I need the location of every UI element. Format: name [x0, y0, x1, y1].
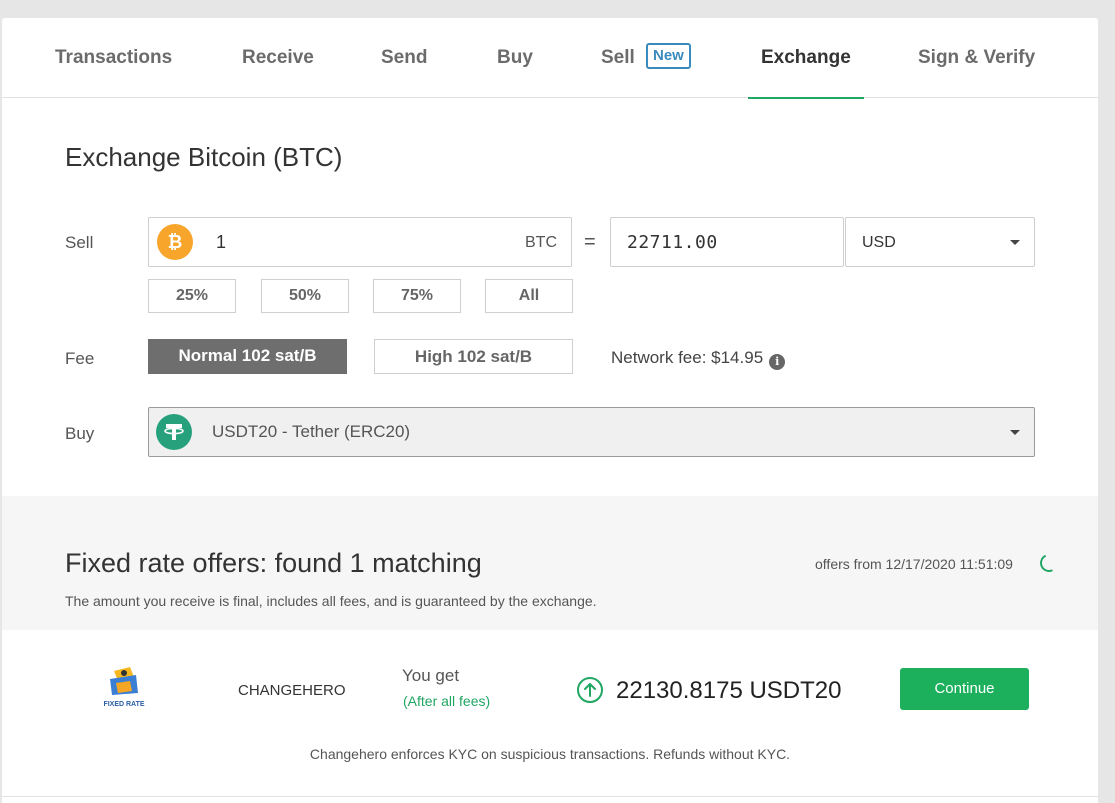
tab-receive[interactable]: Receive [242, 18, 314, 98]
chevron-down-icon [1010, 240, 1020, 245]
sell-currency-label: BTC [525, 234, 557, 251]
arrow-up-circle-icon [576, 676, 604, 704]
provider-name: CHANGEHERO [238, 682, 346, 699]
page-title: Exchange Bitcoin (BTC) [65, 142, 343, 172]
bitcoin-icon: ₿ [157, 224, 193, 260]
fee-high-button[interactable]: High 102 sat/B [374, 339, 573, 374]
continue-button[interactable]: Continue [900, 668, 1029, 710]
tab-sell[interactable]: Sell [601, 18, 635, 98]
tab-exchange[interactable]: Exchange [748, 18, 864, 99]
fee-normal-button[interactable]: Normal 102 sat/B [148, 339, 347, 374]
after-fees-label: (After all fees) [403, 693, 491, 709]
fee-label: Fee [65, 349, 95, 368]
new-badge: New [646, 43, 691, 69]
tether-icon [156, 414, 192, 450]
wallet-panel: Transactions Receive Send Buy Sell New E… [2, 18, 1098, 803]
offers-subtitle: The amount you receive is final, include… [65, 593, 597, 609]
percent-25-button[interactable]: 25% [148, 279, 236, 313]
fiat-amount-value: 22711.00 [627, 232, 718, 253]
offers-timestamp: offers from 12/17/2020 11:51:09 [815, 556, 1013, 572]
kyc-note: Changehero enforces KYC on suspicious tr… [309, 746, 791, 762]
svg-text:₿: ₿ [168, 232, 183, 253]
network-fee-text: Network fee: $14.95 [611, 348, 764, 367]
buy-asset-value: USDT20 - Tether (ERC20) [212, 422, 411, 441]
fiat-currency-select[interactable]: USD [845, 217, 1035, 267]
buy-asset-select[interactable]: USDT20 - Tether (ERC20) [148, 407, 1035, 457]
network-fee: Network fee: $14.95 i [611, 348, 786, 370]
sell-amount-field[interactable]: ₿ 1 BTC [148, 217, 572, 267]
offer-amount: 22130.8175 USDT20 [616, 677, 842, 704]
offers-title: Fixed rate offers: found 1 matching [65, 548, 482, 578]
fiat-currency-value: USD [862, 234, 896, 251]
tab-sign-verify[interactable]: Sign & Verify [918, 18, 1035, 98]
percent-50-button[interactable]: 50% [261, 279, 349, 313]
sell-amount-value: 1 [216, 232, 227, 252]
tab-send[interactable]: Send [381, 18, 427, 98]
percent-75-button[interactable]: 75% [373, 279, 461, 313]
buy-label: Buy [65, 424, 95, 443]
changehero-logo-icon: FIXED RATE [100, 663, 148, 711]
fiat-amount-field[interactable]: 22711.00 [610, 217, 844, 267]
equals-sign: = [584, 231, 596, 253]
tab-bar: Transactions Receive Send Buy Sell New E… [2, 18, 1098, 99]
chevron-down-icon [1010, 430, 1020, 435]
percent-all-button[interactable]: All [485, 279, 573, 313]
info-icon[interactable]: i [769, 354, 786, 370]
tab-buy[interactable]: Buy [497, 18, 533, 98]
tab-transactions[interactable]: Transactions [55, 18, 172, 98]
logo-caption: FIXED RATE [103, 701, 145, 708]
divider [2, 796, 1098, 797]
you-get-label: You get [402, 666, 460, 685]
sell-label: Sell [65, 233, 94, 252]
